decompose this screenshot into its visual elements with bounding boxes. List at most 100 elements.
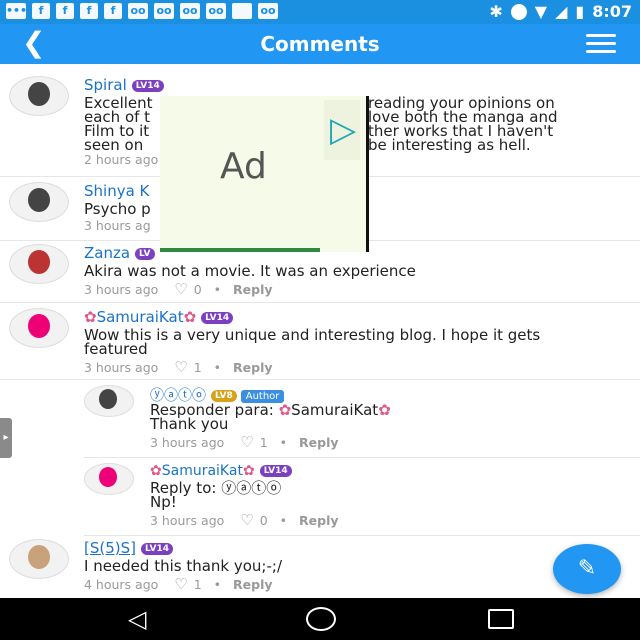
- comment-meta: 3 hours ago ♡ 0 • Reply: [150, 511, 339, 529]
- comment-text: Wow this is a very unique and interestin…: [84, 326, 541, 358]
- comment-text-left: Excellent each of t Film to it seen on: [84, 94, 153, 154]
- reply-button[interactable]: Reply: [233, 577, 272, 592]
- level-badge: LV14: [201, 311, 234, 324]
- bluetooth-icon: ✱: [489, 2, 503, 21]
- reply-button[interactable]: Reply: [233, 360, 272, 375]
- comment-item: [S(5)S] LV14 I needed this thank you;-;/ …: [0, 535, 640, 598]
- facebook-icon: f: [32, 3, 50, 19]
- comment-time: 4 hours ago: [84, 577, 159, 592]
- avatar[interactable]: [9, 244, 69, 284]
- avatar[interactable]: [9, 539, 69, 579]
- facebook-icon: f: [56, 3, 74, 19]
- facebook-icon: f: [104, 3, 122, 19]
- voicemail-icon: oo: [180, 3, 200, 19]
- comment-meta: 3 hours ago ♡ 1 • Reply: [150, 433, 339, 451]
- separator-dot: •: [213, 360, 222, 375]
- comment-time: 3 hours ag: [84, 218, 151, 233]
- comment-time: 3 hours ago: [150, 513, 225, 528]
- nav-recents-icon[interactable]: [488, 609, 514, 629]
- comment-text: I needed this thank you;-;/: [84, 557, 283, 575]
- ad-logo-icon[interactable]: ▷: [324, 100, 360, 160]
- comment-text: Akira was not a movie. It was an experie…: [84, 262, 416, 280]
- flower-icon: ✿: [84, 308, 97, 326]
- comment-username[interactable]: ✿SamuraiKat✿ LV14: [150, 463, 292, 479]
- notification-icons: ••• f f f f oo oo oo oo oo: [6, 3, 278, 19]
- square-icon: [232, 3, 252, 19]
- comment-username[interactable]: Spiral LV14: [84, 76, 164, 94]
- separator-dot: •: [279, 513, 288, 528]
- like-heart-icon[interactable]: ♡: [240, 433, 253, 451]
- chat-icon: •••: [6, 3, 28, 19]
- avatar[interactable]: [9, 308, 69, 348]
- comment-time: 3 hours ago: [150, 435, 225, 450]
- comment-time: 3 hours ago: [84, 360, 159, 375]
- reply-button[interactable]: Reply: [233, 282, 272, 297]
- like-count: 1: [193, 360, 202, 375]
- comment-meta: 4 hours ago ♡ 1 • Reply: [84, 575, 273, 593]
- flower-icon: ✿: [242, 463, 255, 479]
- separator-dot: •: [213, 577, 222, 592]
- ad-banner[interactable]: Ad ▷: [160, 96, 369, 252]
- flower-icon: ✿: [278, 401, 292, 419]
- separator-dot: •: [213, 282, 222, 297]
- comment-username[interactable]: Shinya K: [84, 182, 149, 200]
- status-time: 8:07: [592, 2, 632, 21]
- reply-item: ⓨⓐⓣⓞ LV8 Author Responder para: ✿SamuraiKa…: [84, 379, 640, 458]
- avatar[interactable]: [9, 182, 69, 222]
- like-heart-icon[interactable]: ♡: [174, 575, 187, 593]
- wifi-icon: ▼: [534, 2, 548, 21]
- ad-label: Ad: [220, 146, 267, 187]
- like-count: 0: [193, 282, 202, 297]
- facebook-icon: f: [80, 3, 98, 19]
- flower-icon: ✿: [378, 401, 391, 419]
- nav-back-icon[interactable]: ◁: [128, 606, 146, 632]
- ad-progress-bar: [160, 248, 320, 252]
- flower-icon: ✿: [150, 463, 162, 479]
- do-not-disturb-icon: [510, 3, 527, 20]
- nav-home-icon[interactable]: [306, 607, 336, 631]
- system-nav-bar: ◁: [0, 598, 640, 640]
- like-count: 0: [259, 513, 268, 528]
- comment-time: 2 hours ago: [84, 152, 159, 167]
- like-count: 1: [259, 435, 268, 450]
- separator-dot: •: [279, 435, 288, 450]
- voicemail-icon: oo: [258, 3, 278, 19]
- reply-button[interactable]: Reply: [299, 513, 338, 528]
- comment-text: Responder para: ✿SamuraiKat✿ Thank you: [150, 401, 391, 433]
- filter-settings-icon[interactable]: [586, 34, 616, 56]
- comment-text: Psycho p: [84, 200, 151, 218]
- system-icons: ✱ ▼ ◢ ▮ 8:07: [489, 2, 632, 21]
- like-count: 1: [193, 577, 202, 592]
- level-badge: LV: [135, 247, 155, 260]
- avatar[interactable]: [84, 463, 134, 495]
- app-bar: ❮ Comments: [0, 24, 640, 64]
- status-bar: ••• f f f f oo oo oo oo oo ✱ ▼ ◢ ▮ 8:07: [0, 0, 640, 24]
- reply-item: ✿SamuraiKat✿ LV14 Reply to: ⓨⓐⓣⓞ Np! 3 ho…: [84, 457, 640, 536]
- comment-time: 3 hours ago: [84, 282, 159, 297]
- pencil-icon: ✎: [577, 556, 597, 581]
- reply-button[interactable]: Reply: [299, 435, 338, 450]
- comment-meta: 3 hours ago ♡ 1 • Reply: [84, 358, 273, 376]
- flower-icon: ✿: [183, 308, 197, 326]
- avatar[interactable]: [9, 76, 69, 116]
- signal-icon: ◢: [555, 2, 568, 21]
- battery-icon: ▮: [575, 2, 585, 21]
- like-heart-icon[interactable]: ♡: [174, 358, 187, 376]
- like-heart-icon[interactable]: ♡: [240, 511, 253, 529]
- compose-button[interactable]: ✎: [553, 544, 621, 594]
- level-badge: LV14: [259, 465, 292, 477]
- comment-username[interactable]: [S(5)S] LV14: [84, 539, 173, 557]
- comment-username[interactable]: ✿SamuraiKat✿ LV14: [84, 308, 234, 326]
- level-badge: LV14: [131, 79, 164, 92]
- comment-username[interactable]: Zanza LV: [84, 244, 155, 262]
- comment-text-right: reading your opinions on love both the m…: [368, 94, 558, 154]
- avatar[interactable]: [84, 385, 134, 417]
- voicemail-icon: oo: [154, 3, 174, 19]
- like-heart-icon[interactable]: ♡: [174, 280, 187, 298]
- voicemail-icon: oo: [206, 3, 226, 19]
- voicemail-icon: oo: [128, 3, 148, 19]
- page-title: Comments: [260, 32, 380, 56]
- side-drawer-handle[interactable]: ▸: [0, 418, 12, 458]
- level-badge: LV14: [141, 542, 173, 555]
- comment-text: Reply to: ⓨⓐⓣⓞ Np!: [150, 479, 282, 511]
